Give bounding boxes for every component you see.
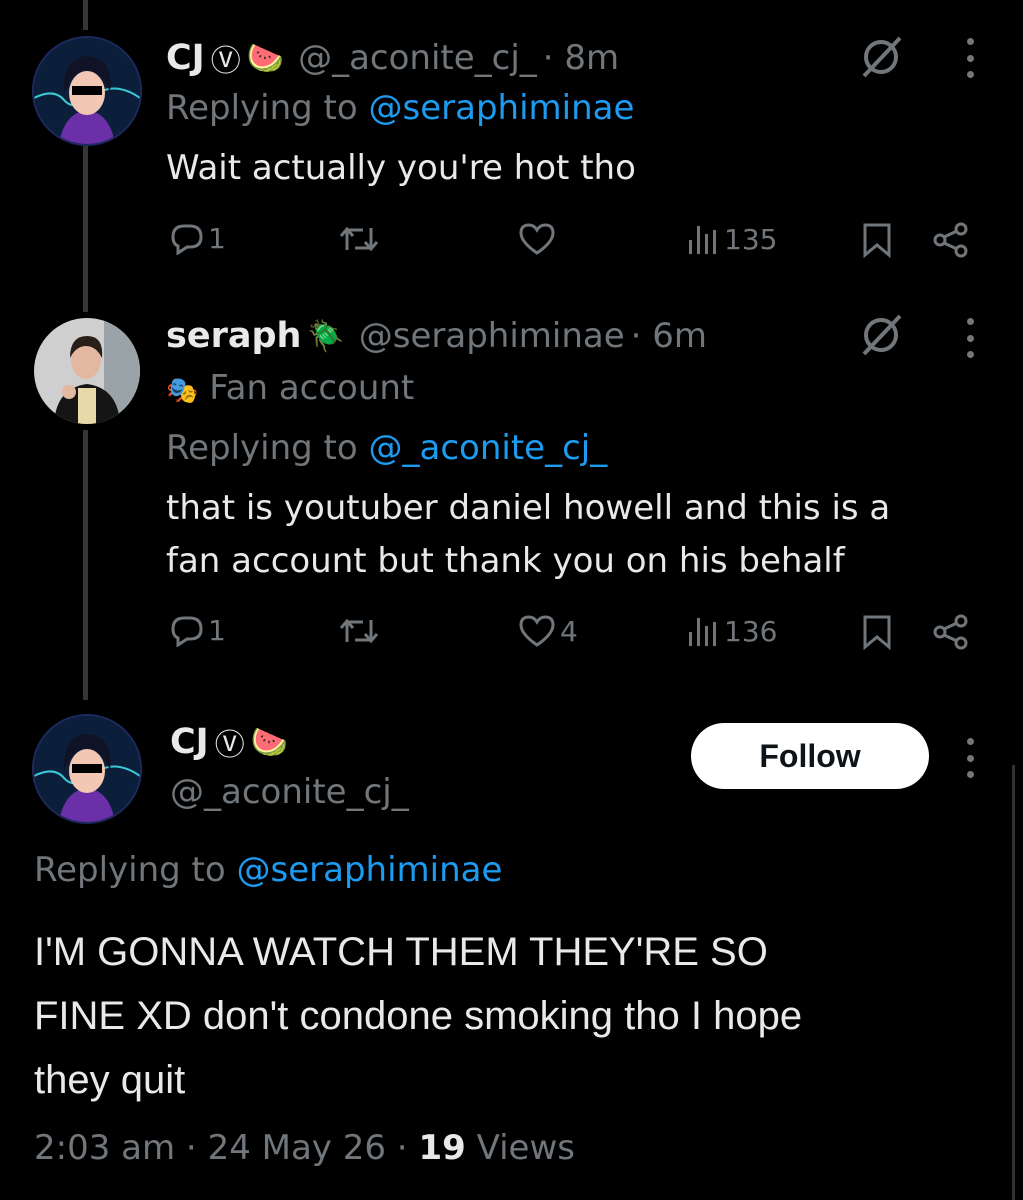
views-count: 19 <box>418 1128 466 1168</box>
reply-icon <box>171 224 203 255</box>
tweet1-display-name[interactable]: CJ <box>166 38 205 78</box>
thread-line-top <box>83 0 88 30</box>
tweet1-like-button[interactable] <box>518 222 556 256</box>
views-icon <box>689 226 716 254</box>
grok-icon-2[interactable] <box>858 312 906 358</box>
tweet1-replying-link[interactable]: @seraphiminae <box>369 88 635 128</box>
retweet-icon <box>339 618 379 644</box>
tweet1-header: CJ Ⓥ 🍉 @_aconite_cj_ · 8m <box>166 36 619 80</box>
grok-icon[interactable] <box>858 34 906 80</box>
tweet2-handle[interactable]: @seraphiminae <box>359 316 625 356</box>
tweet2-bookmark-icon[interactable] <box>862 614 892 650</box>
tweet2-more-icon[interactable] <box>958 318 982 358</box>
main-more-icon[interactable] <box>958 738 982 778</box>
avatar-cj[interactable] <box>32 36 142 146</box>
main-name-line: CJ Ⓥ 🍉 <box>170 720 288 764</box>
tweet1-retweet-button[interactable] <box>338 222 380 256</box>
retweet-icon <box>339 226 379 252</box>
main-replying-line: Replying to @seraphiminae <box>34 850 503 890</box>
tweet1-views-count: 135 <box>724 222 778 256</box>
tweet2-share-icon[interactable] <box>932 614 970 650</box>
tweet1-more-icon[interactable] <box>958 38 982 78</box>
tweet1-text: Wait actually you're hot tho <box>166 148 636 188</box>
follow-button[interactable]: Follow <box>691 723 929 789</box>
tweet1-reply-count: 1 <box>208 222 226 255</box>
tweet-metadata: 2:03 am · 24 May 26 · 19 Views <box>34 1128 575 1168</box>
tweet1-bookmark-icon[interactable] <box>862 222 892 258</box>
main-tweet-text: I'M GONNA WATCH THEM THEY'RE SO FINE XD … <box>34 930 803 1102</box>
tweet2-like-count: 4 <box>560 614 578 648</box>
tweet-date[interactable]: 24 May 26 <box>208 1128 386 1168</box>
tweet2-views-button[interactable]: 136 <box>686 614 777 648</box>
beetle-emoji-icon: 🪲 <box>307 318 345 354</box>
tweet2-replying-line: Replying to @_aconite_cj_ <box>166 428 608 468</box>
views-label: Views <box>476 1128 575 1168</box>
heart-icon <box>519 223 555 255</box>
tweet2-display-name[interactable]: seraph <box>166 316 301 356</box>
tweet2-retweet-button[interactable] <box>338 614 380 648</box>
tweet2-label[interactable]: Fan account <box>209 368 414 408</box>
avatar-cj-main[interactable] <box>32 714 142 824</box>
tweet2-text: that is youtuber daniel howell and this … <box>166 488 891 581</box>
heart-icon <box>519 615 555 647</box>
tweet2-views-count: 136 <box>724 614 778 648</box>
main-replying-link[interactable]: @seraphiminae <box>237 850 503 890</box>
thread-line-2 <box>83 430 88 700</box>
tweet2-time[interactable]: · 6m <box>631 316 707 356</box>
tweet2-like-button[interactable]: 4 <box>518 614 578 648</box>
tweet1-time[interactable]: · 8m <box>543 38 619 78</box>
tweet1-reply-button[interactable]: 1 <box>170 222 226 255</box>
tweet1-replying-line: Replying to @seraphiminae <box>166 88 635 128</box>
reply-icon <box>171 616 203 647</box>
watermelon-emoji-icon: 🍉 <box>246 40 285 76</box>
tweet1-views-button[interactable]: 135 <box>686 222 777 256</box>
tweet1-handle[interactable]: @_aconite_cj_ <box>298 38 537 78</box>
tweet2-reply-button[interactable]: 1 <box>170 614 226 647</box>
tweet2-header: seraph 🪲 @seraphiminae · 6m <box>166 316 707 356</box>
tweet2-label-line: 🎭 Fan account <box>166 368 414 408</box>
verified-badge-icon: Ⓥ <box>214 728 245 763</box>
tweet1-share-icon[interactable] <box>932 222 970 258</box>
verified-badge-icon: Ⓥ <box>210 44 241 79</box>
main-handle[interactable]: @_aconite_cj_ <box>170 772 409 812</box>
thread-line-1 <box>83 142 88 312</box>
watermelon-emoji-icon: 🍉 <box>250 724 289 760</box>
tweet-time[interactable]: 2:03 am <box>34 1128 175 1168</box>
main-display-name[interactable]: CJ <box>170 722 209 762</box>
tweet2-reply-count: 1 <box>208 614 226 647</box>
avatar-seraph[interactable] <box>34 318 140 424</box>
scrollbar[interactable] <box>1012 765 1015 1200</box>
views-icon <box>689 618 716 646</box>
mask-icon: 🎭 <box>166 376 199 406</box>
tweet2-replying-link[interactable]: @_aconite_cj_ <box>369 428 608 468</box>
